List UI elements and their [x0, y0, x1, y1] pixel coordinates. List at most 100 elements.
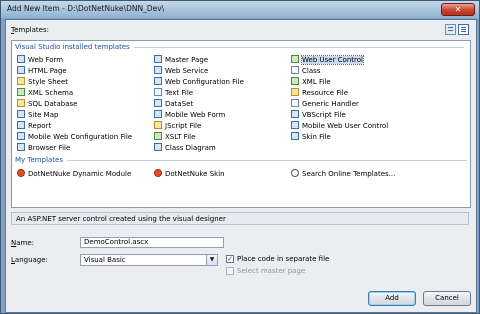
chevron-down-icon[interactable]: ▼ [206, 255, 217, 265]
template-item-mobile-web-user-control[interactable]: Mobile Web User Control [291, 121, 388, 131]
dotnetnuke-icon [154, 169, 162, 177]
browser-icon [17, 143, 25, 151]
template-description: An ASP.NET server control created using … [11, 212, 469, 225]
text-icon [154, 88, 162, 96]
template-item-text-file[interactable]: Text File [154, 88, 193, 98]
template-item-html-page[interactable]: HTML Page [17, 66, 67, 76]
small-icons-view-icon[interactable] [458, 24, 469, 35]
add-button[interactable]: Add [368, 291, 416, 306]
template-item-web-configuration-file[interactable]: Web Configuration File [154, 77, 244, 87]
window-title: Add New Item - D:\DotNetNuke\DNN_Dev\ [7, 4, 165, 13]
webservice-icon [154, 66, 162, 74]
master-page-label: Select master page [237, 267, 306, 275]
template-item-label: Resource File [302, 89, 349, 97]
template-item-class[interactable]: Class [291, 66, 320, 76]
template-item-master-page[interactable]: Master Page [154, 55, 208, 65]
usercontrol-icon [291, 55, 299, 63]
dotnetnuke-icon [17, 169, 25, 177]
large-icons-view-icon[interactable] [445, 24, 456, 35]
template-item-label: HTML Page [28, 67, 67, 75]
template-item-class-diagram[interactable]: Class Diagram [154, 143, 216, 153]
cancel-button[interactable]: Cancel [423, 291, 471, 306]
template-item-report[interactable]: Report [17, 121, 51, 131]
master-page-checkbox[interactable] [226, 267, 234, 275]
template-item-label: Class Diagram [165, 144, 216, 152]
template-item-xml-schema[interactable]: XML Schema [17, 88, 73, 98]
template-item-label: DotNetNuke Skin [165, 170, 225, 178]
class-icon [291, 66, 299, 74]
my-template-dotnetnuke-skin[interactable]: DotNetNuke Skin [154, 169, 225, 179]
template-item-mobile-web-configuration-file[interactable]: Mobile Web Configuration File [17, 132, 132, 142]
language-select[interactable]: Visual Basic ▼ [80, 254, 218, 266]
dataset-icon [154, 99, 162, 107]
close-button[interactable]: ✕ [441, 3, 475, 16]
template-item-web-form[interactable]: Web Form [17, 55, 63, 65]
template-item-label: Web Service [165, 67, 209, 75]
language-value: Visual Basic [84, 256, 126, 264]
page-icon [17, 66, 25, 74]
my-template-dotnetnuke-dynamic-module[interactable]: DotNetNuke Dynamic Module [17, 169, 131, 179]
template-item-sql-database[interactable]: SQL Database [17, 99, 77, 109]
template-item-generic-handler[interactable]: Generic Handler [291, 99, 359, 109]
master-icon [154, 55, 162, 63]
template-item-label: Class [302, 67, 321, 75]
add-new-item-dialog: Add New Item - D:\DotNetNuke\DNN_Dev\ ✕ … [0, 0, 480, 314]
template-item-vbscript-file[interactable]: VBScript File [291, 110, 346, 120]
mobile-icon [154, 110, 162, 118]
template-item-label: Mobile Web Form [165, 111, 226, 119]
script-icon [154, 121, 162, 129]
template-item-label: Mobile Web Configuration File [28, 133, 133, 141]
template-item-label: Site Map [28, 111, 59, 119]
place-code-label[interactable]: Place code in separate file [237, 255, 329, 263]
language-label: Language: [11, 256, 48, 264]
template-item-skin-file[interactable]: Skin File [291, 132, 331, 142]
template-item-site-map[interactable]: Site Map [17, 110, 58, 120]
template-item-label: XSLT File [165, 133, 196, 141]
css-icon [17, 77, 25, 85]
name-input[interactable]: DemoControl.ascx [80, 237, 224, 248]
place-code-checkbox[interactable]: ✓ [226, 255, 234, 263]
page-icon [17, 55, 25, 63]
template-item-web-user-control[interactable]: Web User Control [291, 55, 364, 65]
xml-icon [291, 77, 299, 85]
template-item-label: Style Sheet [28, 78, 69, 86]
template-item-label: DataSet [165, 100, 194, 108]
script-icon [291, 110, 299, 118]
template-item-browser-file[interactable]: Browser File [17, 143, 70, 153]
title-bar[interactable]: Add New Item - D:\DotNetNuke\DNN_Dev\ ✕ [1, 1, 479, 18]
template-item-xml-file[interactable]: XML File [291, 77, 331, 87]
template-item-label: Search Online Templates... [302, 170, 396, 178]
template-item-dataset[interactable]: DataSet [154, 99, 193, 109]
my-templates-header: My Templates [15, 156, 467, 164]
xsd-icon [17, 88, 25, 96]
installed-templates-header: Visual Studio installed templates [15, 43, 464, 51]
report-icon [17, 121, 25, 129]
template-item-label: Mobile Web User Control [302, 122, 389, 130]
template-item-label: Master Page [165, 56, 209, 64]
template-item-label: XML Schema [28, 89, 74, 97]
template-item-style-sheet[interactable]: Style Sheet [17, 77, 68, 87]
template-item-xslt-file[interactable]: XSLT File [154, 132, 195, 142]
xslt-icon [154, 132, 162, 140]
template-item-label: Skin File [302, 133, 331, 141]
templates-list[interactable]: Visual Studio installed templates Web Fo… [11, 40, 471, 208]
mobile-icon [291, 121, 299, 129]
my-template-search-online-templates[interactable]: Search Online Templates... [291, 169, 395, 179]
template-item-mobile-web-form[interactable]: Mobile Web Form [154, 110, 225, 120]
template-item-label: Browser File [28, 144, 71, 152]
dialog-body: Templates: Visual Studio installed templ… [5, 19, 477, 313]
config-icon [154, 77, 162, 85]
template-item-label: Web Configuration File [165, 78, 244, 86]
template-item-label: XML File [302, 78, 331, 86]
handler-icon [291, 99, 299, 107]
name-label: Name: [11, 239, 35, 247]
template-item-label: Report [28, 122, 52, 130]
template-item-label: Web Form [28, 56, 64, 64]
diagram-icon [154, 143, 162, 151]
template-item-jscript-file[interactable]: JScript File [154, 121, 201, 131]
template-item-resource-file[interactable]: Resource File [291, 88, 348, 98]
template-item-web-service[interactable]: Web Service [154, 66, 208, 76]
template-item-label: Generic Handler [302, 100, 359, 108]
template-item-label: JScript File [165, 122, 202, 130]
template-item-label: DotNetNuke Dynamic Module [28, 170, 132, 178]
